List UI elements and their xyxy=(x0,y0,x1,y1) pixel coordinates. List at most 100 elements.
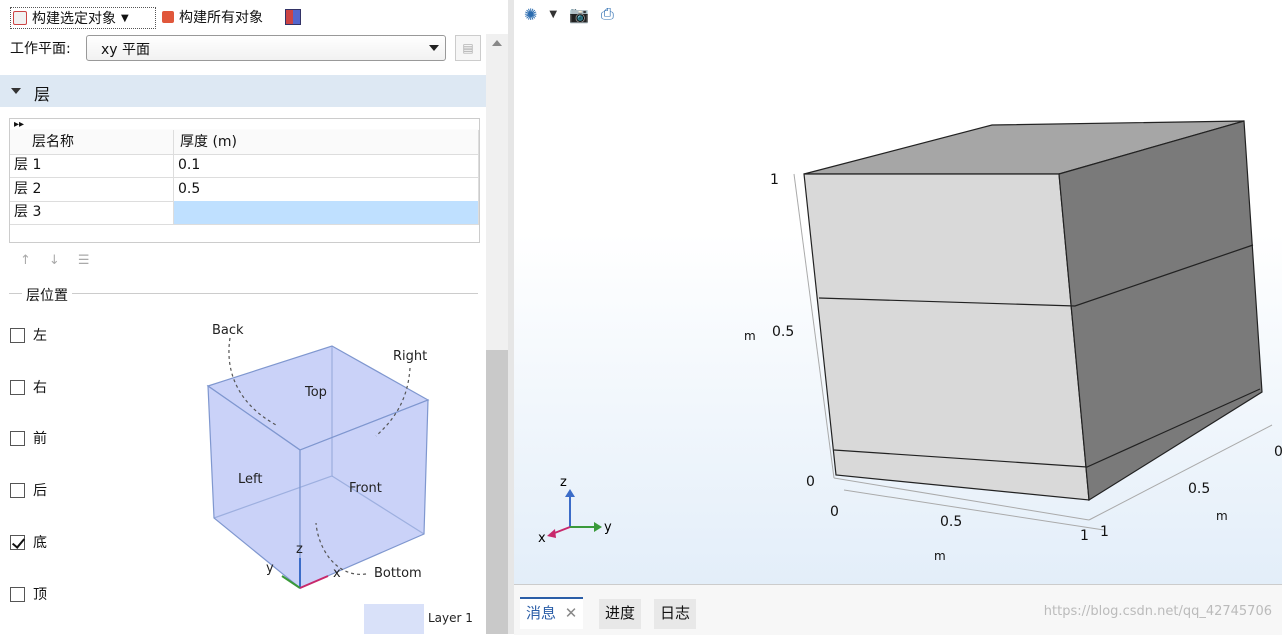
layer-name-cell[interactable]: 层 2 xyxy=(10,178,174,201)
workplane-value: xy 平面 xyxy=(101,42,151,58)
chevron-down-icon[interactable]: ▼ xyxy=(121,13,129,24)
tab-label: 消息 xyxy=(526,604,557,622)
tab-label: 进度 xyxy=(605,604,636,622)
layer-thickness-cell[interactable]: 0.5 xyxy=(174,178,479,201)
table-row[interactable]: 层 3 xyxy=(10,201,479,225)
divider xyxy=(9,293,478,294)
move-up-icon[interactable]: ↑ xyxy=(20,253,31,268)
build-selected-button[interactable]: 构建选定对象 ▼ xyxy=(10,7,156,29)
z-axis-label: z xyxy=(296,542,303,557)
column-header-name[interactable]: 层名称 xyxy=(10,130,174,154)
layer1-inset-box xyxy=(364,604,424,634)
checkbox-checked[interactable] xyxy=(10,534,25,550)
layer-thickness-cell-selected[interactable] xyxy=(174,201,479,224)
build-all-icon xyxy=(162,11,174,23)
table-header: ▸▸ 层名称 厚度 (m) xyxy=(10,119,479,155)
layers-section-title: 层 xyxy=(34,85,51,104)
triad-y-label: y xyxy=(604,520,612,535)
checkbox-label: 后 xyxy=(33,483,47,499)
checkbox-bottom[interactable]: 底 xyxy=(10,532,47,552)
collapse-triangle-icon xyxy=(11,88,21,94)
block-right-face xyxy=(1058,120,1263,502)
layer-name-cell[interactable]: 层 3 xyxy=(10,201,174,224)
settings-scrollbar[interactable] xyxy=(486,34,508,634)
grid-icon xyxy=(285,9,301,25)
checkbox-label: 底 xyxy=(33,535,47,551)
expand-columns-icon[interactable]: ▸▸ xyxy=(14,119,24,130)
x-axis-label: x xyxy=(333,566,341,581)
build-selected-icon xyxy=(13,11,27,25)
scroll-up-icon[interactable] xyxy=(492,40,502,46)
y-tick: 1 xyxy=(1100,524,1109,540)
triad-x-label: x xyxy=(538,531,546,546)
checkbox-label: 顶 xyxy=(33,587,47,603)
clear-table-icon[interactable]: ☰ xyxy=(78,253,90,268)
z-tick: 1 xyxy=(770,172,779,188)
tab-messages[interactable]: 消息 ✕ xyxy=(520,597,584,629)
layer-thickness-cell[interactable]: 0.1 xyxy=(174,154,479,177)
table-row[interactable]: 层 2 0.5 xyxy=(10,178,479,202)
workplane-select[interactable]: xy 平面 xyxy=(86,35,446,61)
graphics-toolbar: ✺ ▼ 📷 ⎙ xyxy=(524,4,614,24)
checkbox-top[interactable]: 顶 xyxy=(10,584,47,604)
z-arrow-icon xyxy=(565,489,575,497)
layer1-inset: Layer 1 xyxy=(364,604,473,634)
table-row[interactable]: 层 1 0.1 xyxy=(10,154,479,178)
right-label: Right xyxy=(393,349,427,364)
triad-z-label: z xyxy=(560,475,567,490)
checkbox[interactable] xyxy=(10,379,25,395)
layer-position-illustration: Back Right Top Left Front Bottom z y x L… xyxy=(206,323,473,634)
y-tick: 0.5 xyxy=(1188,481,1210,497)
workplane-settings-button[interactable]: ▤ xyxy=(455,35,481,61)
checkbox-right[interactable]: 右 xyxy=(10,377,47,397)
close-icon[interactable]: ✕ xyxy=(565,604,578,622)
settings-panel: 构建选定对象 ▼ 构建所有对象 工作平面: xy 平面 ▤ 层 ▸▸ 层名称 厚… xyxy=(0,0,486,634)
layers-table: ▸▸ 层名称 厚度 (m) 层 1 0.1 层 2 0.5 层 3 xyxy=(9,118,480,243)
graphics-window[interactable]: 1 0.5 0 m 0 0.5 1 m 1 0.5 0 m z y x xyxy=(514,0,1282,584)
layer-position-title: 层位置 xyxy=(22,285,72,305)
print-icon[interactable]: ⎙ xyxy=(601,4,614,24)
view-triad: z y x xyxy=(538,475,612,546)
build-all-label: 构建所有对象 xyxy=(179,10,263,26)
camera-aperture-icon[interactable]: ✺ xyxy=(524,5,537,24)
workplane-label: 工作平面: xyxy=(10,41,71,57)
y-unit: m xyxy=(1216,509,1228,523)
x-tick: 0 xyxy=(830,504,839,520)
checkbox-front[interactable]: 前 xyxy=(10,428,47,448)
layer1-label: Layer 1 xyxy=(428,611,473,625)
layer-name-cell[interactable]: 层 1 xyxy=(10,154,174,177)
checkbox[interactable] xyxy=(10,430,25,446)
checkbox-label: 左 xyxy=(33,328,47,344)
build-all-button[interactable]: 构建所有对象 xyxy=(162,7,263,27)
x-tick: 1 xyxy=(1080,528,1089,544)
geometry-view-button[interactable] xyxy=(285,7,301,27)
watermark: https://blog.csdn.net/qq_42745706 xyxy=(1043,604,1272,619)
checkbox-left[interactable]: 左 xyxy=(10,325,47,345)
checkbox[interactable] xyxy=(10,482,25,498)
y-arrow-icon xyxy=(594,522,602,532)
graphics-canvas[interactable]: 1 0.5 0 m 0 0.5 1 m 1 0.5 0 m z y x xyxy=(514,0,1282,584)
checkbox-back[interactable]: 后 xyxy=(10,480,47,500)
y-tick: 0 xyxy=(1274,444,1282,460)
checkbox[interactable] xyxy=(10,586,25,602)
tab-progress[interactable]: 进度 xyxy=(599,599,642,629)
block-geometry xyxy=(803,120,1263,502)
z-unit: m xyxy=(744,329,756,343)
layers-section-header[interactable]: 层 xyxy=(0,75,486,107)
build-selected-label: 构建选定对象 xyxy=(32,11,116,27)
tab-label: 日志 xyxy=(660,604,691,622)
z-tick: 0.5 xyxy=(772,324,794,340)
column-header-thickness[interactable]: 厚度 (m) xyxy=(174,130,479,154)
build-toolbar: 构建选定对象 ▼ 构建所有对象 xyxy=(0,0,486,34)
document-icon: ▤ xyxy=(462,41,474,55)
screenshot-camera-icon[interactable]: 📷 xyxy=(569,5,589,24)
tab-log[interactable]: 日志 xyxy=(654,599,697,629)
chevron-down-icon xyxy=(429,45,439,51)
left-label: Left xyxy=(238,472,262,487)
back-label: Back xyxy=(212,323,244,338)
checkbox[interactable] xyxy=(10,327,25,343)
scroll-thumb[interactable] xyxy=(486,350,508,634)
move-down-icon[interactable]: ↓ xyxy=(49,253,60,268)
chevron-down-icon[interactable]: ▼ xyxy=(549,9,557,20)
z-tick: 0 xyxy=(806,474,815,490)
